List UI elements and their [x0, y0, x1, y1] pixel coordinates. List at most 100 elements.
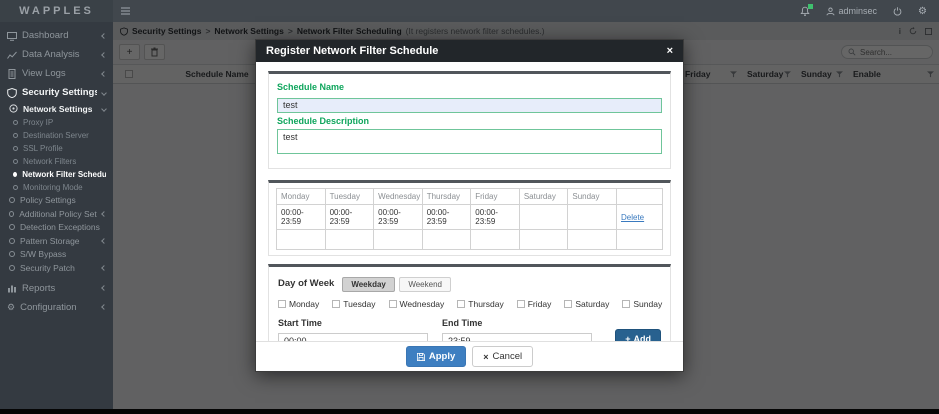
circle-icon: [13, 120, 18, 125]
th-actions: [617, 189, 663, 205]
close-icon[interactable]: ×: [667, 45, 673, 57]
modal-body: Schedule Name Schedule Description test …: [256, 62, 683, 341]
cell-empty: [277, 230, 326, 250]
schedule-description-input[interactable]: test: [277, 129, 662, 154]
circle-icon: [9, 251, 15, 257]
sidebar-item-label: Network Filter Scheduling: [22, 170, 106, 179]
sidebar-item-proxy-ip[interactable]: Proxy IP: [0, 116, 113, 129]
notifications-button[interactable]: [800, 6, 810, 17]
circle-icon: [9, 224, 15, 230]
power-icon: [893, 7, 902, 16]
day-checkboxes: Monday Tuesday Wednesday Thursday Friday…: [278, 299, 661, 309]
end-time-label: End Time: [442, 318, 592, 328]
sidebar-item-ssl-profile[interactable]: SSL Profile: [0, 142, 113, 155]
sidebar-item-security-settings[interactable]: Security Settings: [0, 83, 113, 102]
apply-button-label: Apply: [429, 351, 455, 362]
sidebar-item-label: SSL Profile: [23, 144, 63, 153]
checkbox-thursday[interactable]: Thursday: [457, 299, 503, 309]
checkbox-icon: [457, 300, 465, 308]
chevron-left-icon: [101, 238, 107, 244]
sidebar-item-pattern-storage[interactable]: Pattern Storage: [0, 234, 113, 248]
start-time-input[interactable]: [278, 333, 428, 341]
user-icon: [826, 7, 835, 16]
schedule-description-label: Schedule Description: [277, 116, 662, 126]
cell-sunday: [568, 205, 617, 230]
plus-icon: +: [625, 334, 630, 341]
end-time-input[interactable]: [442, 333, 592, 341]
sidebar-item-network-filters[interactable]: Network Filters: [0, 155, 113, 168]
shield-icon: [7, 88, 17, 98]
register-schedule-modal: Register Network Filter Schedule × Sched…: [255, 39, 684, 372]
sidebar-item-configuration[interactable]: ⚙ Configuration: [0, 298, 113, 317]
sidebar-item-label: Security Patch: [20, 263, 75, 273]
checkbox-wednesday[interactable]: Wednesday: [389, 299, 445, 309]
time-row: Start Time End Time +Add: [278, 318, 661, 341]
th-saturday: Saturday: [519, 189, 568, 205]
hamburger-menu-icon[interactable]: [121, 0, 130, 22]
start-time-field: Start Time: [278, 318, 428, 341]
cell-wednesday: 00:00-23:59: [374, 205, 423, 230]
sidebar-item-reports[interactable]: Reports: [0, 279, 113, 298]
th-wednesday: Wednesday: [374, 189, 423, 205]
chevron-left-icon: [101, 265, 107, 271]
sidebar-item-view-logs[interactable]: View Logs: [0, 64, 113, 83]
cogs-icon: ⚙: [918, 6, 927, 17]
modal-title: Register Network Filter Schedule: [266, 45, 438, 57]
cancel-button-label: Cancel: [493, 351, 523, 362]
top-bar: WAPPLES adminsec: [0, 0, 939, 22]
sidebar-item-dashboard[interactable]: Dashboard: [0, 26, 113, 45]
notification-badge: [808, 4, 813, 9]
sidebar-item-label: Dashboard: [22, 30, 68, 41]
add-time-button[interactable]: +Add: [615, 329, 661, 341]
sidebar-item-security-patch[interactable]: Security Patch: [0, 261, 113, 275]
sidebar-item-label: Monitoring Mode: [23, 183, 83, 192]
circle-icon: [13, 185, 18, 190]
delete-row-link[interactable]: Delete: [621, 213, 644, 222]
chevron-left-icon: [101, 211, 107, 217]
sidebar-item-network-settings[interactable]: Network Settings: [0, 102, 113, 116]
cell-actions: Delete: [617, 205, 663, 230]
weekday-button[interactable]: Weekday: [342, 277, 395, 292]
checkbox-tuesday[interactable]: Tuesday: [332, 299, 375, 309]
checkbox-sunday[interactable]: Sunday: [622, 299, 662, 309]
sidebar-item-data-analysis[interactable]: Data Analysis: [0, 45, 113, 64]
schedule-name-input[interactable]: [277, 98, 662, 113]
app-window: WAPPLES adminsec: [0, 0, 939, 414]
weekend-button[interactable]: Weekend: [399, 277, 451, 292]
circle-icon: [13, 133, 18, 138]
chevron-left-icon: [101, 33, 107, 39]
sidebar-item-destination-server[interactable]: Destination Server: [0, 129, 113, 142]
sidebar-item-network-filter-scheduling[interactable]: Network Filter Scheduling: [0, 168, 113, 181]
th-thursday: Thursday: [422, 189, 471, 205]
cell-monday: 00:00-23:59: [277, 205, 326, 230]
sidebar-item-additional-policy-settings[interactable]: Additional Policy Settings: [0, 207, 113, 221]
chevron-down-icon: [101, 106, 107, 112]
target-icon: [9, 104, 18, 113]
checkbox-label: Wednesday: [400, 299, 445, 309]
sidebar-item-policy-settings[interactable]: Policy Settings: [0, 194, 113, 208]
checkbox-monday[interactable]: Monday: [278, 299, 319, 309]
logout-button[interactable]: [893, 7, 902, 16]
apply-button[interactable]: Apply: [406, 346, 466, 367]
sidebar-item-monitoring-mode[interactable]: Monitoring Mode: [0, 181, 113, 194]
schedule-fields-section: Schedule Name Schedule Description test: [268, 71, 671, 169]
checkbox-friday[interactable]: Friday: [517, 299, 552, 309]
cell-empty: [617, 230, 663, 250]
schedule-row-empty: [277, 230, 663, 250]
sidebar-item-detection-exceptions[interactable]: Detection Exceptions: [0, 221, 113, 235]
settings-button[interactable]: ⚙: [918, 6, 927, 17]
day-of-week-section: Day of Week Weekday Weekend Monday Tuesd…: [268, 264, 671, 341]
user-menu[interactable]: adminsec: [826, 6, 878, 16]
end-time-field: End Time: [442, 318, 592, 341]
checkbox-saturday[interactable]: Saturday: [564, 299, 609, 309]
schedule-table-section: Monday Tuesday Wednesday Thursday Friday…: [268, 180, 671, 256]
sidebar-item-label: Destination Server: [23, 131, 89, 140]
cell-empty: [325, 230, 374, 250]
schedule-row: 00:00-23:59 00:00-23:59 00:00-23:59 00:0…: [277, 205, 663, 230]
gear-icon: ⚙: [7, 302, 15, 313]
sidebar-item-label: Data Analysis: [22, 49, 80, 60]
cancel-button[interactable]: × Cancel: [472, 346, 533, 367]
checkbox-icon: [278, 300, 286, 308]
sidebar-item-sw-bypass[interactable]: S/W Bypass: [0, 248, 113, 262]
schedule-table: Monday Tuesday Wednesday Thursday Friday…: [276, 188, 663, 250]
